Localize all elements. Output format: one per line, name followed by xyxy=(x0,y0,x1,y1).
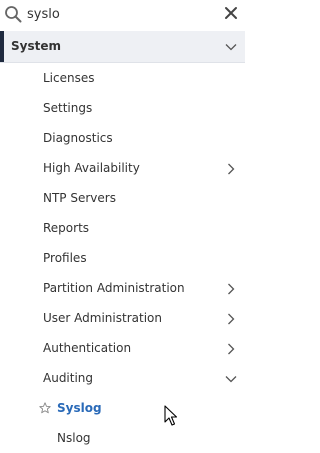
menu-item-high-availability[interactable]: High Availability xyxy=(0,153,245,183)
menu-item-label: Authentication xyxy=(43,341,132,355)
menu-item-reports[interactable]: Reports xyxy=(0,213,245,243)
menu-item-profiles[interactable]: Profiles xyxy=(0,243,245,273)
menu-item-auditing[interactable]: Auditing xyxy=(0,363,245,393)
menu-item-label: Licenses xyxy=(43,71,95,85)
search-bar xyxy=(0,0,245,30)
menu-item-label: High Availability xyxy=(43,161,140,175)
menu-item-label: Partition Administration xyxy=(43,281,185,295)
menu-item-label: User Administration xyxy=(43,311,162,325)
menu-item-label: Auditing xyxy=(43,371,94,385)
menu-item-label: Diagnostics xyxy=(43,131,113,145)
search-icon xyxy=(5,6,22,23)
sub-item-label: Nslog xyxy=(57,431,91,445)
chevron-right-icon xyxy=(228,163,235,175)
menu-item-settings[interactable]: Settings xyxy=(0,93,245,123)
chevron-down-icon xyxy=(225,376,237,383)
menu-item-label: Profiles xyxy=(43,251,87,265)
menu-item-label: Settings xyxy=(43,101,93,115)
star-outline-icon[interactable] xyxy=(39,402,51,414)
section-accent-bar xyxy=(0,31,4,62)
chevron-right-icon xyxy=(228,313,235,325)
menu-item-partition-administration[interactable]: Partition Administration xyxy=(0,273,245,303)
system-menu: Licenses Settings Diagnostics High Avail… xyxy=(0,63,245,453)
menu-item-label: NTP Servers xyxy=(43,191,116,205)
menu-item-diagnostics[interactable]: Diagnostics xyxy=(0,123,245,153)
menu-item-ntp-servers[interactable]: NTP Servers xyxy=(0,183,245,213)
close-icon[interactable] xyxy=(223,5,239,21)
section-header-label: System xyxy=(11,39,61,53)
menu-item-label: Reports xyxy=(43,221,90,235)
sub-item-label: Syslog xyxy=(57,401,102,415)
menu-item-user-administration[interactable]: User Administration xyxy=(0,303,245,333)
search-input[interactable] xyxy=(27,3,207,25)
menu-item-licenses[interactable]: Licenses xyxy=(0,63,245,93)
chevron-right-icon xyxy=(228,283,235,295)
sub-item-syslog[interactable]: Syslog xyxy=(0,393,245,423)
section-header-system[interactable]: System xyxy=(0,31,245,63)
chevron-right-icon xyxy=(228,343,235,355)
chevron-down-icon xyxy=(225,44,237,51)
menu-item-authentication[interactable]: Authentication xyxy=(0,333,245,363)
sub-item-nslog[interactable]: Nslog xyxy=(0,423,245,453)
